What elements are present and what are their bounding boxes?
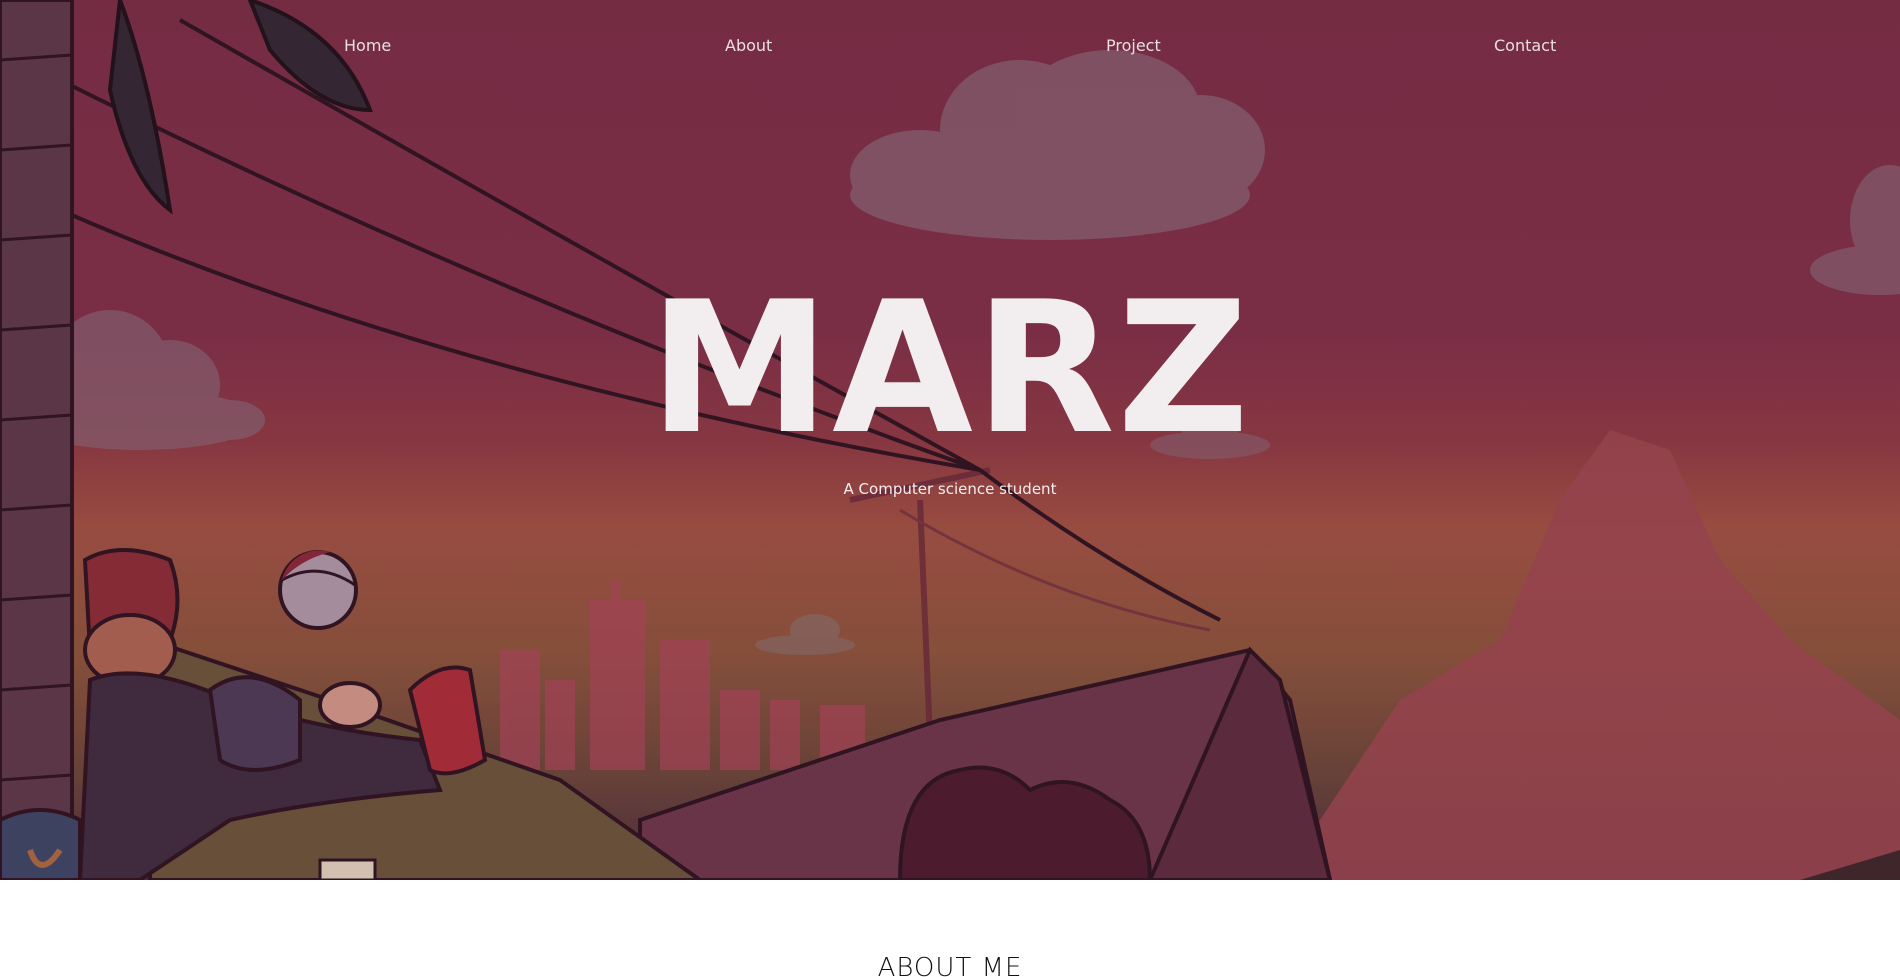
- page: Home About Project Contact MARZ A Comput…: [0, 0, 1900, 977]
- hero-title: MARZ: [648, 262, 1252, 474]
- nav-home-link[interactable]: Home: [344, 36, 391, 55]
- nav-contact-link[interactable]: Contact: [1494, 36, 1556, 55]
- top-nav: Home About Project Contact: [0, 0, 1900, 90]
- hero-section: Home About Project Contact MARZ A Comput…: [0, 0, 1900, 880]
- hero-subtitle: A Computer science student: [843, 480, 1057, 498]
- nav-project-link[interactable]: Project: [1106, 36, 1161, 55]
- about-heading: ABOUT ME: [877, 953, 1023, 977]
- nav-about-link[interactable]: About: [725, 36, 772, 55]
